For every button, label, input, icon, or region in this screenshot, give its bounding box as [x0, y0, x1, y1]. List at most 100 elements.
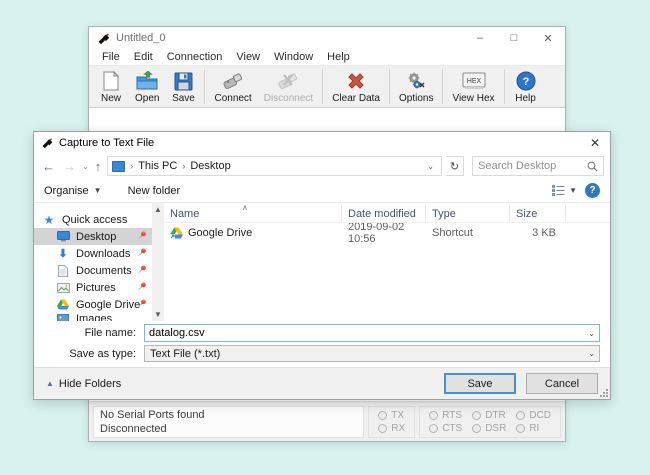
menu-help[interactable]: Help [320, 51, 357, 63]
sidebar-scrollbar[interactable]: ▲ ▼ [152, 203, 164, 321]
view-hex-button[interactable]: HEX View Hex [446, 66, 500, 107]
rx-led [378, 424, 387, 433]
window-title: Untitled_0 [116, 32, 463, 44]
column-name[interactable]: Name [164, 205, 342, 222]
main-titlebar: Untitled_0 – □ ✕ [89, 27, 565, 49]
search-icon [587, 161, 598, 172]
usb-disconnect-icon [276, 70, 300, 92]
sidebar-item-images[interactable]: Images [34, 313, 152, 321]
resize-grip[interactable] [600, 389, 608, 397]
column-size[interactable]: Size [510, 205, 566, 222]
save-button[interactable]: Save [444, 373, 516, 394]
cancel-button[interactable]: Cancel [526, 373, 598, 394]
back-icon[interactable]: ← [40, 159, 57, 174]
sidebar-item-downloads[interactable]: ⬇ Downloads 📍 [34, 245, 152, 262]
new-button[interactable]: New [93, 66, 129, 107]
close-button[interactable]: ✕ [531, 27, 565, 49]
new-folder-button[interactable]: New folder [128, 185, 181, 197]
scroll-down-icon[interactable]: ▼ [154, 308, 162, 321]
column-date-modified[interactable]: Date modified [342, 205, 426, 222]
dialog-titlebar: Capture to Text File ✕ [34, 132, 610, 153]
dtr-led [472, 411, 481, 420]
pin-icon: 📍 [134, 229, 150, 245]
downloads-icon: ⬇ [56, 247, 70, 260]
breadcrumb-this-pc[interactable]: This PC [138, 160, 177, 172]
google-drive-shortcut-icon [170, 227, 183, 239]
chevron-down-icon: ▼ [94, 186, 102, 195]
hex-box-icon: HEX [461, 70, 487, 92]
refresh-icon[interactable]: ↻ [446, 156, 464, 176]
sidebar-item-quick-access[interactable]: ★ Quick access [34, 211, 152, 228]
images-icon [56, 314, 70, 322]
sidebar-item-pictures[interactable]: Pictures 📍 [34, 279, 152, 296]
menu-edit[interactable]: Edit [127, 51, 160, 63]
dialog-title: Capture to Text File [59, 137, 580, 149]
menu-view[interactable]: View [229, 51, 267, 63]
save-as-type-combobox[interactable]: Text File (*.txt) ⌄ [144, 345, 600, 362]
google-drive-icon [56, 299, 70, 310]
pin-icon: 📍 [134, 263, 150, 279]
file-row-google-drive[interactable]: Google Drive 2019-09-02 10:56 Shortcut 3… [164, 223, 610, 242]
sidebar-item-desktop[interactable]: Desktop 📍 [34, 228, 152, 245]
pictures-icon [56, 283, 70, 293]
up-icon[interactable]: ↑ [93, 159, 104, 174]
documents-icon [56, 265, 70, 277]
address-bar[interactable]: › This PC › Desktop ⌄ [107, 156, 442, 176]
clear-data-button[interactable]: Clear Data [326, 66, 386, 107]
sidebar-item-documents[interactable]: Documents 📍 [34, 262, 152, 279]
main-toolbar: New Open Save Connect Disconnect [89, 66, 565, 108]
dialog-close-button[interactable]: ✕ [580, 132, 610, 153]
address-dropdown-icon[interactable]: ⌄ [424, 162, 437, 171]
ri-led [516, 424, 525, 433]
menu-connection[interactable]: Connection [160, 51, 230, 63]
pin-icon: 📍 [134, 246, 150, 262]
scroll-up-icon[interactable]: ▲ [154, 203, 162, 216]
view-mode-button[interactable]: ▼ [552, 185, 577, 196]
options-button[interactable]: Options [393, 66, 439, 107]
red-x-icon [346, 70, 366, 92]
chevron-down-icon[interactable]: ⌄ [588, 329, 595, 338]
status-bar: No Serial Ports found Disconnected TX RX… [89, 401, 565, 441]
details-view-icon [552, 185, 565, 196]
history-chevron-icon[interactable]: ⌄ [82, 162, 89, 171]
connect-button[interactable]: Connect [208, 66, 257, 107]
open-button[interactable]: Open [129, 66, 165, 107]
hide-folders-button[interactable]: ▲ Hide Folders [46, 378, 121, 390]
chevron-down-icon: ⌄ [588, 349, 595, 358]
svg-text:HEX: HEX [466, 78, 481, 85]
dsr-led [472, 424, 481, 433]
forward-icon: → [61, 159, 78, 174]
status-line-ports: No Serial Ports found [100, 408, 357, 422]
search-input[interactable] [478, 160, 587, 172]
minimize-button[interactable]: – [463, 27, 497, 49]
breadcrumb-chevron-icon: › [180, 161, 187, 171]
help-button[interactable]: ? Help [508, 66, 544, 107]
capture-to-text-file-dialog: Capture to Text File ✕ ← → ⌄ ↑ › This PC… [33, 131, 611, 400]
breadcrumb-desktop[interactable]: Desktop [190, 160, 230, 172]
maximize-button[interactable]: □ [497, 27, 531, 49]
toolbar-separator [389, 69, 390, 104]
search-box[interactable] [472, 156, 604, 176]
new-file-icon [102, 70, 120, 92]
dialog-help-icon[interactable]: ? [585, 183, 600, 198]
file-name-combobox[interactable]: ⌄ [144, 324, 600, 342]
status-line-connection: Disconnected [100, 422, 357, 436]
save-button[interactable]: Save [165, 66, 201, 107]
toolbar-separator [442, 69, 443, 104]
organise-button[interactable]: Organise ▼ [44, 185, 102, 197]
menu-file[interactable]: File [95, 51, 127, 63]
pin-icon: 📍 [134, 280, 150, 296]
menu-window[interactable]: Window [267, 51, 320, 63]
status-message-box: No Serial Ports found Disconnected [93, 406, 364, 438]
dcd-led [516, 411, 525, 420]
toolbar-separator [322, 69, 323, 104]
sidebar-item-google-drive[interactable]: Google Drive 📍 [34, 296, 152, 313]
column-type[interactable]: Type [426, 205, 510, 222]
file-name-input[interactable] [149, 327, 595, 339]
column-headers: ∧ Name Date modified Type Size [164, 205, 610, 223]
navigation-bar: ← → ⌄ ↑ › This PC › Desktop ⌄ ↻ [34, 153, 610, 179]
app-icon [41, 137, 53, 149]
usb-connect-icon [221, 70, 245, 92]
chevron-down-icon: ▼ [569, 186, 577, 195]
quick-access-star-icon: ★ [42, 213, 56, 227]
